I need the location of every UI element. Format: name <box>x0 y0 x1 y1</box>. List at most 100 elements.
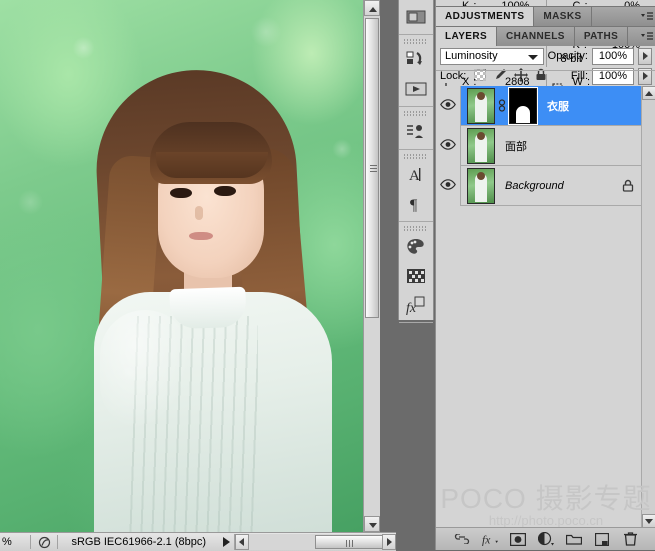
dock-grip[interactable] <box>404 225 428 231</box>
zoom-level[interactable]: % <box>0 536 30 548</box>
layer-name[interactable]: 面部 <box>505 138 527 154</box>
dock-group-history <box>399 35 433 107</box>
dock-grip[interactable] <box>404 153 428 159</box>
layer-list-scrollbar[interactable] <box>641 86 655 528</box>
layer-thumbnail[interactable] <box>467 168 495 204</box>
color-icon[interactable] <box>401 233 431 261</box>
tab-adjustments[interactable]: ADJUSTMENTS <box>436 7 534 26</box>
new-adjustment-layer-icon[interactable] <box>538 531 554 547</box>
layer-scroll-up-button[interactable] <box>642 86 655 100</box>
history-icon[interactable] <box>401 46 431 74</box>
eyebrow-right <box>213 174 237 179</box>
layer-mask-thumbnail[interactable] <box>509 88 537 124</box>
layers-panel-footer: fx <box>436 527 655 550</box>
svg-text:fx: fx <box>482 534 491 546</box>
photo-image <box>0 0 380 532</box>
document-info-text: sRGB IEC61966-2.1 (8bpc) <box>58 536 220 548</box>
divider <box>436 70 655 71</box>
styles-icon[interactable]: fx <box>401 291 431 319</box>
eye-icon <box>440 139 456 153</box>
dock-grip[interactable] <box>404 38 428 44</box>
layer-scroll-down-button[interactable] <box>642 514 655 528</box>
scroll-grip <box>370 165 377 172</box>
layer-style-fx-icon[interactable]: fx <box>482 531 498 547</box>
photo-subject <box>92 60 332 532</box>
adjustments-tab-bar: ADJUSTMENTS MASKS <box>436 6 655 26</box>
eyebrow-left <box>169 176 193 182</box>
right-panel-column: K : 100% 8-bit C : 0% M : 0% <box>435 0 655 550</box>
eye-left <box>170 188 192 198</box>
collapsed-panel-dock: A ¶ <box>396 0 434 550</box>
link-layers-icon[interactable] <box>454 531 470 547</box>
tab-channels[interactable]: CHANNELS <box>497 27 575 46</box>
new-group-icon[interactable] <box>566 531 582 547</box>
layer-visibility-toggle[interactable] <box>436 126 461 166</box>
hscroll-grip <box>346 540 355 547</box>
status-expand-button[interactable] <box>220 537 234 547</box>
table-row[interactable]: Background <box>436 166 655 206</box>
panel-menu-icon[interactable] <box>638 27 655 46</box>
add-layer-mask-icon[interactable] <box>510 531 526 547</box>
hair-back <box>92 65 309 405</box>
canvas-horizontal-scrollbar[interactable] <box>234 534 397 550</box>
blend-mode-select[interactable]: Luminosity <box>440 48 544 65</box>
scroll-thumb[interactable] <box>365 18 379 318</box>
table-row[interactable]: 衣服 <box>436 86 655 126</box>
dock-icon-column: A ¶ <box>398 0 434 320</box>
layer-thumbnail[interactable] <box>467 88 495 124</box>
hair-left <box>93 154 162 407</box>
image-canvas[interactable] <box>0 0 380 532</box>
layer-link-icon[interactable] <box>495 99 509 113</box>
scroll-left-button[interactable] <box>235 534 249 550</box>
scroll-down-button[interactable] <box>364 516 380 532</box>
new-layer-icon[interactable] <box>594 531 610 547</box>
dock-group-top <box>399 0 433 35</box>
blouse <box>94 292 332 532</box>
delete-layer-icon[interactable] <box>622 531 638 547</box>
layers-tab-bar: LAYERS CHANNELS PATHS <box>436 26 655 46</box>
canvas-vertical-scrollbar[interactable] <box>363 0 380 532</box>
svg-text:fx: fx <box>406 301 417 315</box>
svg-text:¶: ¶ <box>410 197 418 214</box>
eye-icon <box>440 99 456 113</box>
svg-text:A: A <box>409 168 420 184</box>
status-bar: % sRGB IEC61966-2.1 (8bpc) <box>0 532 396 551</box>
tab-masks[interactable]: MASKS <box>534 7 591 26</box>
panel-menu-icon[interactable] <box>638 7 655 26</box>
dock-group-color: fx <box>399 222 433 323</box>
layer-visibility-toggle[interactable] <box>436 86 461 126</box>
photoshop-window: % sRGB IEC61966-2.1 (8bpc) <box>0 0 655 550</box>
shoulder-highlight <box>100 310 190 430</box>
eye-right <box>214 186 236 196</box>
tabbar-filler <box>592 7 638 26</box>
collar <box>169 287 246 330</box>
paragraph-icon[interactable]: ¶ <box>401 190 431 218</box>
table-row[interactable]: 面部 <box>436 126 655 166</box>
dock-grip[interactable] <box>404 110 428 116</box>
scroll-right-button[interactable] <box>382 534 396 550</box>
layer-list[interactable]: 衣服面部 Background <box>436 86 655 528</box>
swatches-icon[interactable] <box>401 262 431 290</box>
nose <box>195 206 203 220</box>
tabbar-filler <box>628 27 638 46</box>
neck <box>184 256 232 316</box>
layer-name[interactable]: Background <box>505 180 564 192</box>
eye-icon <box>440 179 456 193</box>
character-icon[interactable]: A <box>401 161 431 189</box>
layer-name[interactable]: 衣服 <box>547 98 569 114</box>
navigator-icon[interactable] <box>401 3 431 31</box>
mouth <box>189 232 213 240</box>
document-profile-icon[interactable] <box>31 536 57 549</box>
tab-layers[interactable]: LAYERS <box>436 27 497 46</box>
face <box>158 138 264 278</box>
tab-paths[interactable]: PATHS <box>575 27 628 46</box>
hair-right <box>231 146 316 412</box>
hscroll-thumb[interactable] <box>315 535 385 549</box>
dock-group-type: A ¶ <box>399 150 433 222</box>
layer-visibility-toggle[interactable] <box>436 166 461 206</box>
clone-source-icon[interactable] <box>401 118 431 146</box>
layer-thumbnail[interactable] <box>467 128 495 164</box>
scroll-up-button[interactable] <box>364 0 380 16</box>
dock-group-clone <box>399 107 433 150</box>
actions-icon[interactable] <box>401 75 431 103</box>
